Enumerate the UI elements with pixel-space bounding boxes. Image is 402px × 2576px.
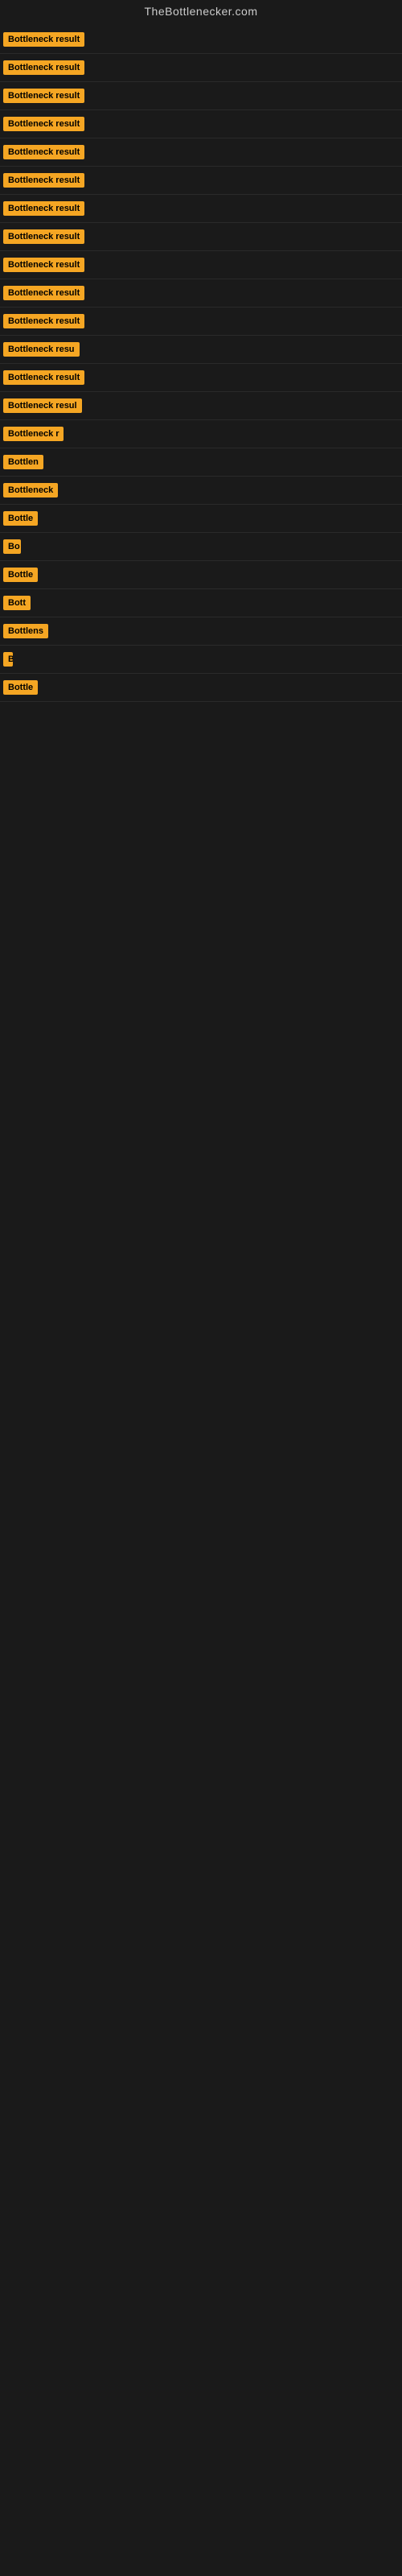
list-item: Bottleneck result xyxy=(0,54,402,82)
bottleneck-result-badge[interactable]: Bottleneck result xyxy=(3,145,84,159)
list-item: Bottle xyxy=(0,561,402,589)
list-item: Bottlen xyxy=(0,448,402,477)
list-item: Bottleneck result xyxy=(0,26,402,54)
list-item: Bottleneck result xyxy=(0,138,402,167)
bottleneck-result-badge[interactable]: Bottleneck result xyxy=(3,89,84,103)
bottleneck-result-badge[interactable]: Bo xyxy=(3,539,21,554)
list-item: Bottleneck resu xyxy=(0,336,402,364)
bottleneck-result-badge[interactable]: Bottle xyxy=(3,568,38,582)
bottleneck-result-badge[interactable]: Bottle xyxy=(3,680,38,695)
bottleneck-result-badge[interactable]: B xyxy=(3,652,13,667)
list-item: Bottleneck result xyxy=(0,308,402,336)
bottleneck-result-badge[interactable]: Bottleneck result xyxy=(3,32,84,47)
bottleneck-result-badge[interactable]: Bottlens xyxy=(3,624,48,638)
list-item: Bottleneck result xyxy=(0,167,402,195)
bottleneck-result-badge[interactable]: Bottleneck result xyxy=(3,173,84,188)
bottleneck-result-badge[interactable]: Bottleneck result xyxy=(3,117,84,131)
list-item: Bottleneck result xyxy=(0,279,402,308)
bottleneck-result-badge[interactable]: Bott xyxy=(3,596,31,610)
bottleneck-result-badge[interactable]: Bottleneck result xyxy=(3,201,84,216)
bottleneck-result-badge[interactable]: Bottleneck r xyxy=(3,427,64,441)
bottleneck-result-badge[interactable]: Bottleneck resu xyxy=(3,342,80,357)
list-item: Bo xyxy=(0,533,402,561)
list-item: Bottle xyxy=(0,674,402,702)
bottleneck-result-badge[interactable]: Bottleneck resul xyxy=(3,398,82,413)
list-item: Bottlens xyxy=(0,617,402,646)
list-item: B xyxy=(0,646,402,674)
list-item: Bottleneck result xyxy=(0,110,402,138)
bottleneck-result-badge[interactable]: Bottle xyxy=(3,511,38,526)
list-item: Bottleneck result xyxy=(0,251,402,279)
list-item: Bottleneck result xyxy=(0,82,402,110)
list-item: Bottleneck result xyxy=(0,364,402,392)
list-item: Bottleneck result xyxy=(0,195,402,223)
bottleneck-result-badge[interactable]: Bottleneck result xyxy=(3,286,84,300)
list-item: Bottleneck xyxy=(0,477,402,505)
bottleneck-result-badge[interactable]: Bottleneck result xyxy=(3,258,84,272)
list-item: Bottle xyxy=(0,505,402,533)
bottleneck-result-badge[interactable]: Bottleneck xyxy=(3,483,58,497)
list-item: Bott xyxy=(0,589,402,617)
list-item: Bottleneck r xyxy=(0,420,402,448)
bottleneck-result-badge[interactable]: Bottleneck result xyxy=(3,314,84,328)
site-title: TheBottlenecker.com xyxy=(0,0,402,26)
list-item: Bottleneck resul xyxy=(0,392,402,420)
bottleneck-result-badge[interactable]: Bottlen xyxy=(3,455,43,469)
list-item: Bottleneck result xyxy=(0,223,402,251)
bottleneck-result-badge[interactable]: Bottleneck result xyxy=(3,229,84,244)
bottleneck-result-badge[interactable]: Bottleneck result xyxy=(3,60,84,75)
bottleneck-result-badge[interactable]: Bottleneck result xyxy=(3,370,84,385)
